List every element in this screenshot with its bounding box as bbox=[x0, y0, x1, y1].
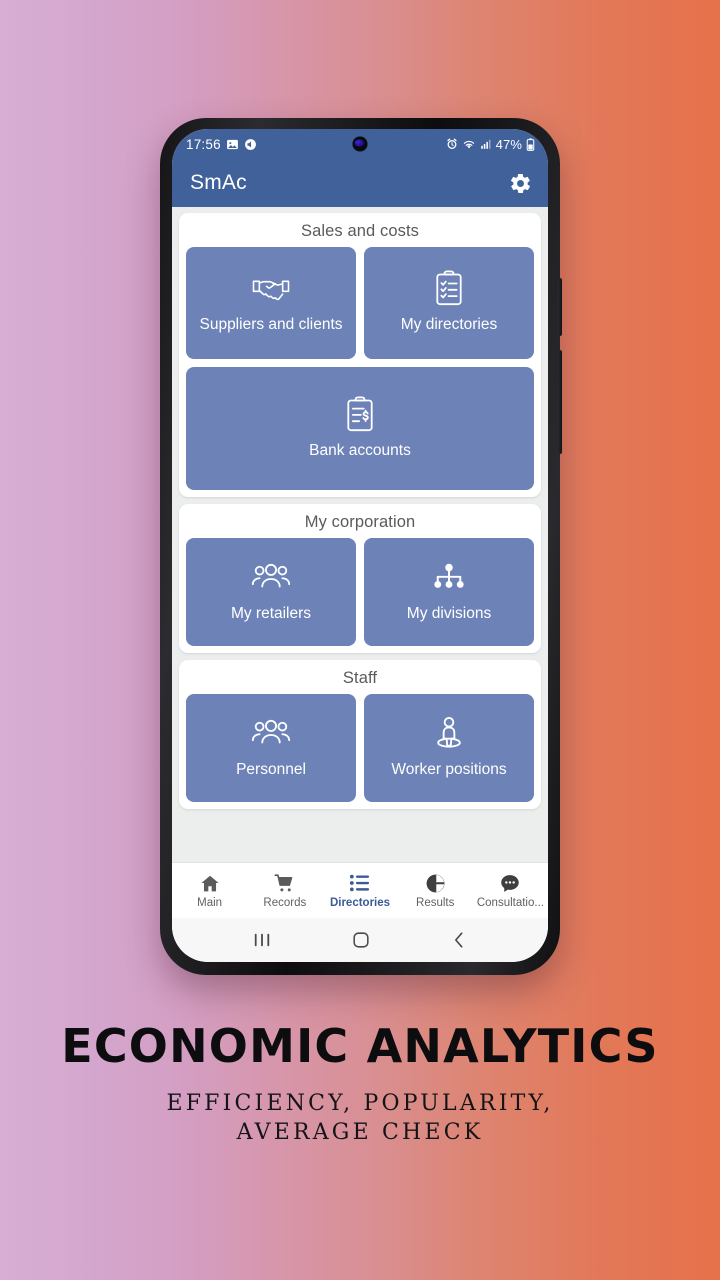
tile-label: My divisions bbox=[406, 605, 492, 623]
section-card-staff: Staff Personnel Worker positions bbox=[179, 660, 541, 809]
status-bar-right: 47% bbox=[446, 137, 535, 152]
person-position-icon bbox=[433, 715, 465, 751]
tile-label: Worker positions bbox=[391, 761, 507, 779]
bottom-navigation-bar: Main Records Directories Results Consult… bbox=[172, 862, 548, 918]
org-chart-icon bbox=[431, 559, 467, 595]
tile-row: Suppliers and clients My directories bbox=[186, 247, 534, 359]
clipboard-checklist-icon bbox=[434, 270, 464, 306]
nav-label: Directories bbox=[329, 897, 391, 909]
wifi-icon bbox=[462, 138, 476, 150]
tile-my-directories[interactable]: My directories bbox=[364, 247, 534, 359]
tile-row: My retailers My divisions bbox=[186, 538, 534, 646]
tile-label: My directories bbox=[400, 316, 498, 334]
volume-icon bbox=[244, 138, 257, 151]
nav-item-main[interactable]: Main bbox=[172, 872, 247, 909]
handshake-icon bbox=[251, 270, 291, 306]
tile-row: Bank accounts bbox=[186, 367, 534, 490]
app-title: SmAc bbox=[190, 171, 247, 194]
status-bar-left: 17:56 bbox=[186, 137, 257, 152]
alarm-icon bbox=[446, 138, 458, 150]
nav-label: Main bbox=[197, 897, 223, 909]
tile-worker-positions[interactable]: Worker positions bbox=[364, 694, 534, 802]
caption-subtitle-line1: EFFICIENCY, POPULARITY, bbox=[166, 1090, 554, 1116]
android-system-bar bbox=[172, 918, 548, 962]
gear-icon[interactable] bbox=[509, 172, 532, 195]
tile-bank-accounts[interactable]: Bank accounts bbox=[186, 367, 534, 490]
section-card-my-corporation: My corporation My retailers My divisions bbox=[179, 504, 541, 653]
nav-label: Results bbox=[416, 897, 455, 909]
section-title: Staff bbox=[342, 669, 378, 687]
people-group-icon bbox=[251, 559, 291, 595]
image-icon bbox=[226, 138, 239, 151]
tile-personnel[interactable]: Personnel bbox=[186, 694, 356, 802]
section-title: Sales and costs bbox=[301, 222, 419, 240]
back-chevron-icon[interactable] bbox=[450, 930, 468, 950]
tile-label: Personnel bbox=[236, 761, 306, 779]
tile-my-divisions[interactable]: My divisions bbox=[364, 538, 534, 646]
tile-my-retailers[interactable]: My retailers bbox=[186, 538, 356, 646]
volume-button[interactable] bbox=[558, 350, 562, 454]
nav-item-directories[interactable]: Directories bbox=[322, 872, 397, 909]
home-icon bbox=[199, 872, 221, 894]
tile-suppliers-and-clients[interactable]: Suppliers and clients bbox=[186, 247, 356, 359]
clipboard-dollar-icon bbox=[345, 395, 375, 432]
battery-percent: 47% bbox=[495, 136, 522, 152]
status-bar: 17:56 47% bbox=[172, 129, 548, 159]
phone-frame: 17:56 47% SmAc Sales and costs Suppliers… bbox=[160, 118, 562, 975]
tile-row: Personnel Worker positions bbox=[186, 694, 534, 802]
tile-label: Bank accounts bbox=[309, 441, 411, 459]
chat-bubble-icon bbox=[499, 872, 521, 894]
camera-punch-hole bbox=[352, 136, 368, 152]
caption-subtitle-line2: AVERAGE CHECK bbox=[236, 1119, 484, 1145]
section-title: My corporation bbox=[304, 513, 416, 531]
status-time: 17:56 bbox=[186, 136, 221, 152]
app-bar: SmAc bbox=[172, 159, 548, 207]
cellular-signal-icon bbox=[480, 138, 492, 150]
people-group-icon bbox=[251, 715, 291, 751]
tile-label: Suppliers and clients bbox=[199, 316, 343, 334]
nav-item-records[interactable]: Records bbox=[247, 872, 322, 909]
nav-label: Records bbox=[263, 897, 307, 909]
nav-item-consultations[interactable]: Consultatio... bbox=[473, 872, 548, 909]
power-button[interactable] bbox=[558, 278, 562, 336]
recents-icon[interactable] bbox=[252, 931, 272, 949]
caption-subtitle: EFFICIENCY, POPULARITY, AVERAGE CHECK bbox=[0, 1089, 720, 1147]
home-square-icon[interactable] bbox=[351, 930, 371, 950]
content-area: Sales and costs Suppliers and clients My… bbox=[172, 207, 548, 862]
caption-block: ECONOMIC ANALYTICS EFFICIENCY, POPULARIT… bbox=[0, 1022, 720, 1147]
shopping-cart-icon bbox=[273, 872, 296, 894]
phone-screen: 17:56 47% SmAc Sales and costs Suppliers… bbox=[172, 129, 548, 962]
phone-mockup: 17:56 47% SmAc Sales and costs Suppliers… bbox=[160, 118, 562, 975]
tile-label: My retailers bbox=[230, 605, 312, 623]
list-icon bbox=[349, 872, 371, 894]
pie-chart-icon bbox=[425, 872, 446, 894]
battery-icon bbox=[526, 137, 535, 151]
nav-label: Consultatio... bbox=[476, 897, 544, 909]
nav-item-results[interactable]: Results bbox=[398, 872, 473, 909]
section-card-sales-and-costs: Sales and costs Suppliers and clients My… bbox=[179, 213, 541, 497]
caption-title: ECONOMIC ANALYTICS bbox=[61, 1019, 659, 1073]
